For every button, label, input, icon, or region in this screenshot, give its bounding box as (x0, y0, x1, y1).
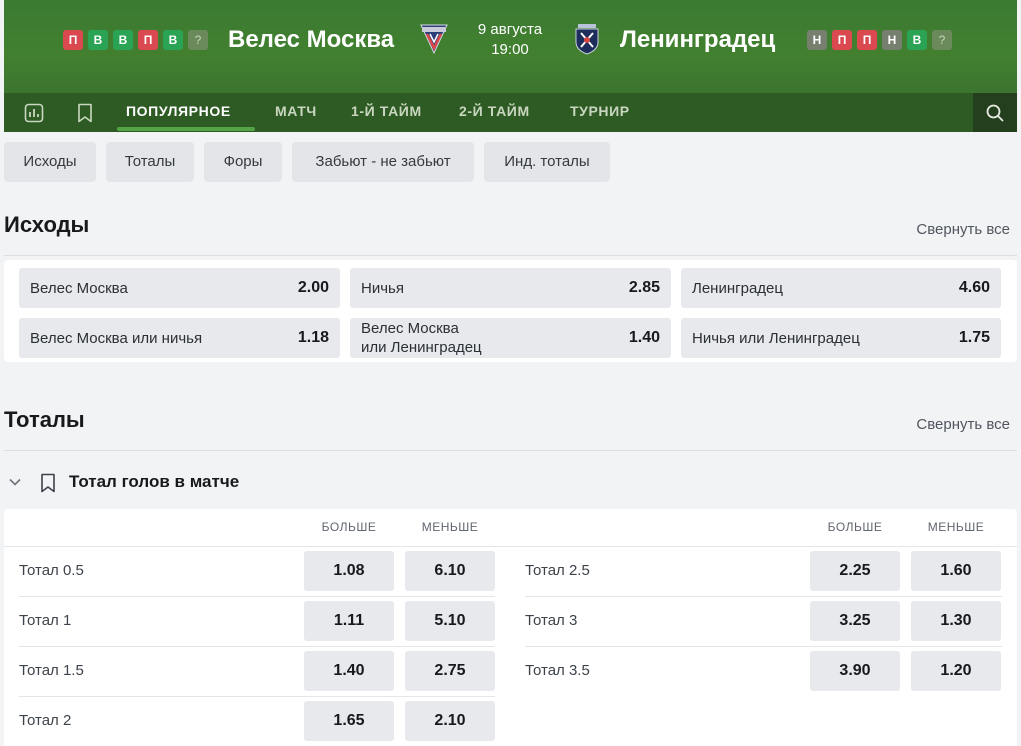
odd-home-win[interactable]: Велес Москва 2.00 (19, 268, 340, 308)
home-team-logo (419, 22, 449, 56)
bookmark-icon[interactable] (39, 473, 57, 493)
col-header-over: БОЛЬШЕ (827, 520, 883, 534)
away-team-logo (572, 22, 602, 56)
search-icon (986, 104, 1004, 122)
chip-team-totals[interactable]: Инд. тоталы (484, 142, 610, 182)
odd-value: 4.60 (958, 279, 990, 296)
odd-value: 2.00 (297, 279, 329, 296)
col-header-under: МЕНЬШЕ (421, 520, 479, 534)
total-over-odd[interactable]: 1.08 (304, 551, 394, 591)
total-under-odd[interactable]: 2.10 (405, 701, 495, 741)
tab-second-half[interactable]: 2-Й ТАЙМ (459, 93, 530, 132)
chip-btts[interactable]: Забьют - не забьют (292, 142, 474, 182)
total-row-label: Тотал 1.5 (19, 662, 84, 679)
divider (19, 696, 495, 697)
total-over-odd[interactable]: 1.11 (304, 601, 394, 641)
form-badge: П (63, 30, 83, 50)
total-row-label: Тотал 2.5 (525, 562, 590, 579)
odd-label: Ничья или Ленинградец (692, 329, 860, 347)
total-over-odd[interactable]: 3.90 (810, 651, 900, 691)
total-under-odd[interactable]: 1.30 (911, 601, 1001, 641)
form-badge: П (832, 30, 852, 50)
totals-collapse-all[interactable]: Свернуть все (916, 416, 1010, 433)
total-over-odd[interactable]: 1.65 (304, 701, 394, 741)
total-row-label: Тотал 0.5 (19, 562, 84, 579)
market-title[interactable]: Тотал голов в матче (69, 472, 239, 492)
odd-label: Ничья (361, 279, 404, 297)
tab-match[interactable]: МАТЧ (275, 93, 317, 132)
chip-handicaps[interactable]: Форы (204, 142, 282, 182)
odd-label: Велес Москва или Ленинградец (361, 320, 482, 356)
total-over-odd[interactable]: 3.25 (810, 601, 900, 641)
divider (4, 450, 1017, 451)
form-badge: Н (882, 30, 902, 50)
outcomes-collapse-all[interactable]: Свернуть все (916, 221, 1010, 238)
outcomes-title: Исходы (4, 212, 90, 237)
away-team-name[interactable]: Ленинградец (620, 24, 775, 56)
odd-label: Велес Москва или ничья (30, 329, 203, 347)
form-badge: ? (188, 30, 208, 50)
match-date: 9 августа (477, 21, 543, 38)
divider (4, 255, 1017, 256)
odd-home-or-away[interactable]: Велес Москва или Ленинградец 1.40 (350, 318, 671, 358)
divider (525, 596, 1002, 597)
search-button[interactable] (973, 93, 1017, 132)
away-form: Н П П Н В ? (807, 30, 952, 50)
total-under-odd[interactable]: 6.10 (405, 551, 495, 591)
total-row-label: Тотал 1 (19, 612, 72, 629)
total-under-odd[interactable]: 2.75 (405, 651, 495, 691)
odd-home-or-draw[interactable]: Велес Москва или ничья 1.18 (19, 318, 340, 358)
match-datetime: 9 августа 19:00 (462, 20, 558, 60)
odd-value: 1.40 (628, 329, 660, 346)
active-tab-indicator (117, 127, 255, 131)
total-row-label: Тотал 2 (19, 712, 72, 729)
form-badge: В (88, 30, 108, 50)
divider (19, 596, 495, 597)
odd-label: Велес Москва (30, 279, 128, 297)
divider (19, 646, 495, 647)
total-over-odd[interactable]: 2.25 (810, 551, 900, 591)
form-badge: Н (807, 30, 827, 50)
total-under-odd[interactable]: 1.20 (911, 651, 1001, 691)
home-team-name[interactable]: Велес Москва (228, 24, 394, 56)
form-badge: П (857, 30, 877, 50)
form-badge: В (907, 30, 927, 50)
divider (525, 646, 1002, 647)
odd-draw-or-away[interactable]: Ничья или Ленинградец 1.75 (681, 318, 1001, 358)
stats-icon[interactable] (16, 93, 52, 132)
odd-value: 1.18 (297, 329, 329, 346)
col-header-over: БОЛЬШЕ (321, 520, 377, 534)
total-under-odd[interactable]: 1.60 (911, 551, 1001, 591)
odd-value: 1.75 (958, 329, 990, 346)
chip-totals[interactable]: Тоталы (106, 142, 194, 182)
total-under-odd[interactable]: 5.10 (405, 601, 495, 641)
match-time: 19:00 (491, 41, 529, 58)
chip-outcomes[interactable]: Исходы (4, 142, 96, 182)
chevron-down-icon[interactable] (7, 474, 23, 490)
tab-first-half[interactable]: 1-Й ТАЙМ (351, 93, 422, 132)
total-row-label: Тотал 3 (525, 612, 578, 629)
form-badge: В (113, 30, 133, 50)
home-form: П В В П В ? (63, 30, 208, 50)
odd-draw[interactable]: Ничья 2.85 (350, 268, 671, 308)
total-over-odd[interactable]: 1.40 (304, 651, 394, 691)
form-badge: П (138, 30, 158, 50)
total-row-label: Тотал 3.5 (525, 662, 590, 679)
totals-title: Тоталы (4, 407, 85, 432)
form-badge: ? (932, 30, 952, 50)
tab-tournament[interactable]: ТУРНИР (570, 93, 630, 132)
bookmark-icon[interactable] (67, 93, 103, 132)
odd-value: 2.85 (628, 279, 660, 296)
divider (4, 546, 1017, 547)
col-header-under: МЕНЬШЕ (927, 520, 985, 534)
odd-away-win[interactable]: Ленинградец 4.60 (681, 268, 1001, 308)
odd-label: Ленинградец (692, 279, 783, 297)
form-badge: В (163, 30, 183, 50)
